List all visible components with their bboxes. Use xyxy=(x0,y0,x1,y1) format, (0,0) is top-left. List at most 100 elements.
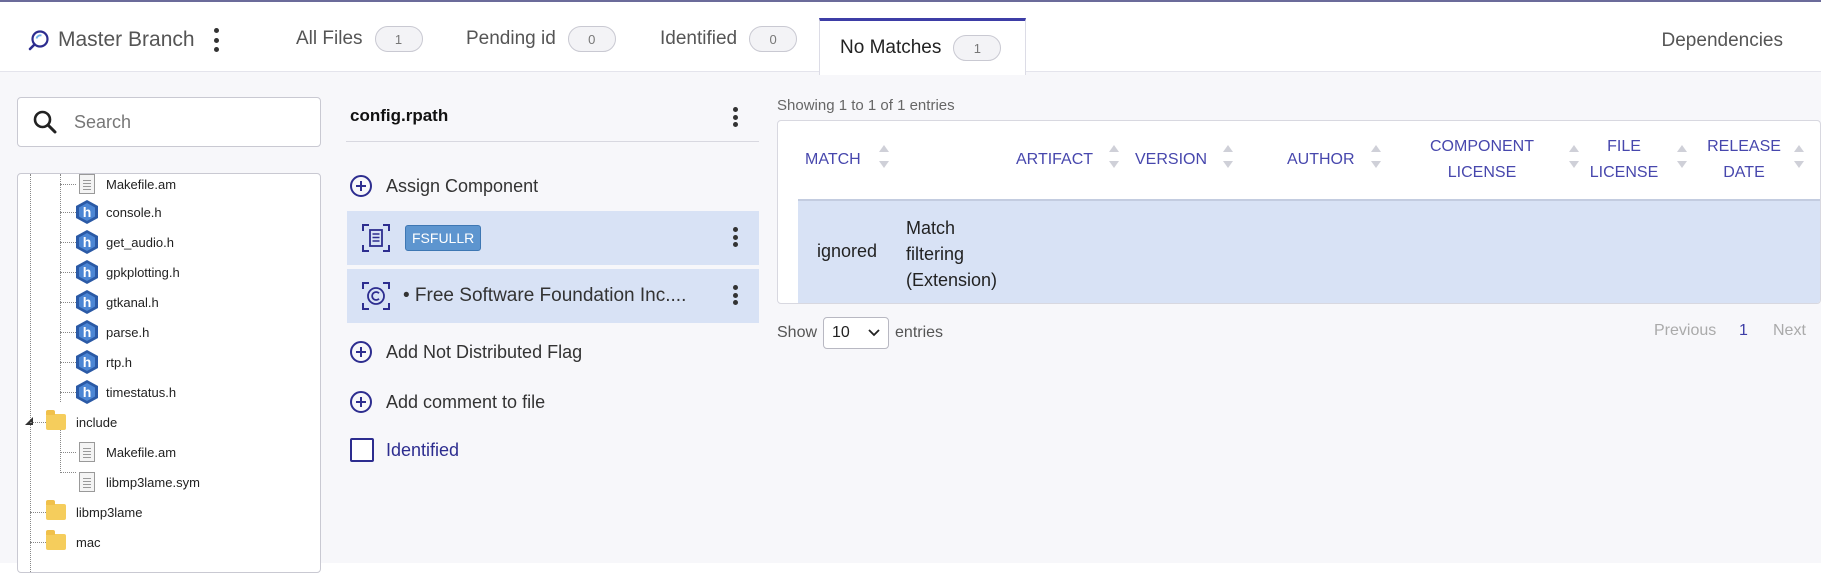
column-header-component-license[interactable]: COMPONENT LICENSE xyxy=(1419,121,1545,199)
column-header-author[interactable]: AUTHOR xyxy=(1287,121,1367,199)
add-circle-icon xyxy=(350,341,372,363)
file-icon xyxy=(79,442,95,462)
folder-icon xyxy=(46,410,66,430)
add-circle-icon xyxy=(350,175,372,197)
tree-item-label: include xyxy=(76,414,118,430)
header-file-icon: h xyxy=(76,260,98,284)
license-card-menu-icon[interactable] xyxy=(731,227,739,247)
sort-icon[interactable] xyxy=(1109,145,1119,175)
svg-text:h: h xyxy=(83,294,92,310)
sort-icon[interactable] xyxy=(879,145,889,175)
sort-icon[interactable] xyxy=(1223,145,1233,175)
top-bar: Master Branch All Files 1 Pending id 0 I… xyxy=(0,2,1821,75)
column-header-version[interactable]: VERSION xyxy=(1135,121,1225,199)
tree-folder-libmp3lame[interactable]: libmp3lame xyxy=(46,498,142,526)
tree-folder-include[interactable]: include xyxy=(46,408,117,436)
add-circle-icon xyxy=(350,391,372,413)
tree-item-label: libmp3lame.sym xyxy=(106,474,200,490)
tree-item[interactable]: h timestatus.h xyxy=(74,378,176,406)
tree-item[interactable]: h parse.h xyxy=(74,318,149,346)
branch-menu-icon[interactable] xyxy=(213,28,221,52)
copyright-card-menu-icon[interactable] xyxy=(731,285,739,305)
file-menu-icon[interactable] xyxy=(731,107,739,127)
svg-text:h: h xyxy=(83,204,92,220)
entries-label: entries xyxy=(895,324,944,341)
checkbox-icon[interactable] xyxy=(350,438,374,462)
svg-text:h: h xyxy=(83,354,92,370)
next-page-button[interactable]: Next xyxy=(1773,322,1806,340)
copyright-scan-icon xyxy=(362,282,390,310)
table-row[interactable]: ignored Match filtering (Extension) xyxy=(798,199,1820,303)
tree-item[interactable]: h rtp.h xyxy=(74,348,132,376)
copyright-card[interactable]: • Free Software Foundation Inc.... xyxy=(347,269,759,323)
license-scan-icon xyxy=(362,224,390,252)
sort-icon[interactable] xyxy=(1794,145,1804,175)
svg-text:h: h xyxy=(83,234,92,250)
sort-icon[interactable] xyxy=(1371,145,1381,175)
file-tree[interactable]: Makefile.am h console.h h get_audio.h h … xyxy=(17,173,321,573)
tree-item-label: Makefile.am xyxy=(106,444,177,460)
license-card[interactable]: FSFULLR xyxy=(347,211,759,265)
branch-title[interactable]: Master Branch xyxy=(58,28,195,52)
page-size-control: Show 10 entries xyxy=(777,317,943,349)
tab-all-files[interactable]: All Files 1 xyxy=(276,4,443,74)
tab-no-matches[interactable]: No Matches 1 xyxy=(819,18,1026,75)
dependencies-link[interactable]: Dependencies xyxy=(1662,30,1783,52)
column-header-release-date[interactable]: RELEASE DATE xyxy=(1702,121,1786,199)
tab-label: Pending id xyxy=(466,28,556,49)
page-size-select[interactable]: 10 xyxy=(823,317,890,349)
copyright-text: • Free Software Foundation Inc.... xyxy=(403,285,687,306)
tree-item-label: libmp3lame xyxy=(76,504,143,520)
search-input[interactable] xyxy=(72,110,302,134)
expanded-arrow-icon[interactable] xyxy=(24,416,34,426)
tree-item-label: Makefile.am xyxy=(106,176,177,192)
tree-item-label: get_audio.h xyxy=(106,234,174,250)
tab-label: No Matches xyxy=(840,37,942,58)
entries-summary: Showing 1 to 1 of 1 entries xyxy=(777,97,955,114)
tree-item-label: gtkanal.h xyxy=(106,294,159,310)
tree-item[interactable]: libmp3lame.sym xyxy=(74,468,200,496)
tree-item[interactable]: h get_audio.h xyxy=(74,228,174,256)
tab-count-badge: 1 xyxy=(374,26,423,52)
sort-icon[interactable] xyxy=(1677,145,1687,175)
branch-logo-icon xyxy=(28,30,49,51)
header-file-icon: h xyxy=(76,290,98,314)
page-1-button[interactable]: 1 xyxy=(1739,322,1748,340)
tree-item[interactable]: Makefile.am xyxy=(74,174,177,198)
tree-item[interactable]: Makefile.am xyxy=(74,438,176,466)
matches-table: MATCH ARTIFACT VERSION AUTHOR COMPONENT L… xyxy=(777,120,1821,304)
tree-item[interactable]: h gtkanal.h xyxy=(74,288,159,316)
sort-icon[interactable] xyxy=(1569,145,1579,175)
column-header-file-license[interactable]: FILE LICENSE xyxy=(1584,121,1664,199)
tree-item[interactable]: h console.h xyxy=(74,198,162,226)
license-chip[interactable]: FSFULLR xyxy=(405,225,482,251)
tree-item-label: gpkplotting.h xyxy=(106,264,180,280)
identified-checkbox[interactable]: Identified xyxy=(350,438,459,462)
column-header-artifact[interactable]: ARTIFACT xyxy=(1016,121,1106,199)
identified-label: Identified xyxy=(386,439,460,460)
file-icon xyxy=(79,174,95,194)
previous-page-button[interactable]: Previous xyxy=(1654,322,1716,340)
tree-item[interactable]: h gpkplotting.h xyxy=(74,258,180,286)
tree-item-label: parse.h xyxy=(106,324,150,340)
tree-folder-mac[interactable]: mac xyxy=(46,528,101,556)
assign-component-button[interactable]: Assign Component xyxy=(350,168,538,204)
file-name: config.rpath xyxy=(350,106,449,125)
add-comment-button[interactable]: Add comment to file xyxy=(350,384,545,420)
header-file-icon: h xyxy=(76,230,98,254)
tab-label: Identified xyxy=(660,28,738,49)
show-label: Show xyxy=(777,324,818,341)
tab-pending-id[interactable]: Pending id 0 xyxy=(446,4,636,74)
tab-count-badge: 0 xyxy=(749,26,798,52)
folder-icon xyxy=(46,500,66,520)
add-not-distributed-flag-button[interactable]: Add Not Distributed Flag xyxy=(350,334,582,370)
action-label: Add comment to file xyxy=(386,391,546,412)
column-header-match[interactable]: MATCH xyxy=(805,121,915,199)
search-field[interactable] xyxy=(17,97,321,147)
tab-identified[interactable]: Identified 0 xyxy=(640,4,817,74)
cell-match-detail: Match filtering (Extension) xyxy=(906,218,998,290)
tree-item-label: rtp.h xyxy=(106,354,133,370)
header-file-icon: h xyxy=(76,200,98,224)
cell-match: ignored xyxy=(817,241,878,261)
folder-icon xyxy=(46,530,66,550)
